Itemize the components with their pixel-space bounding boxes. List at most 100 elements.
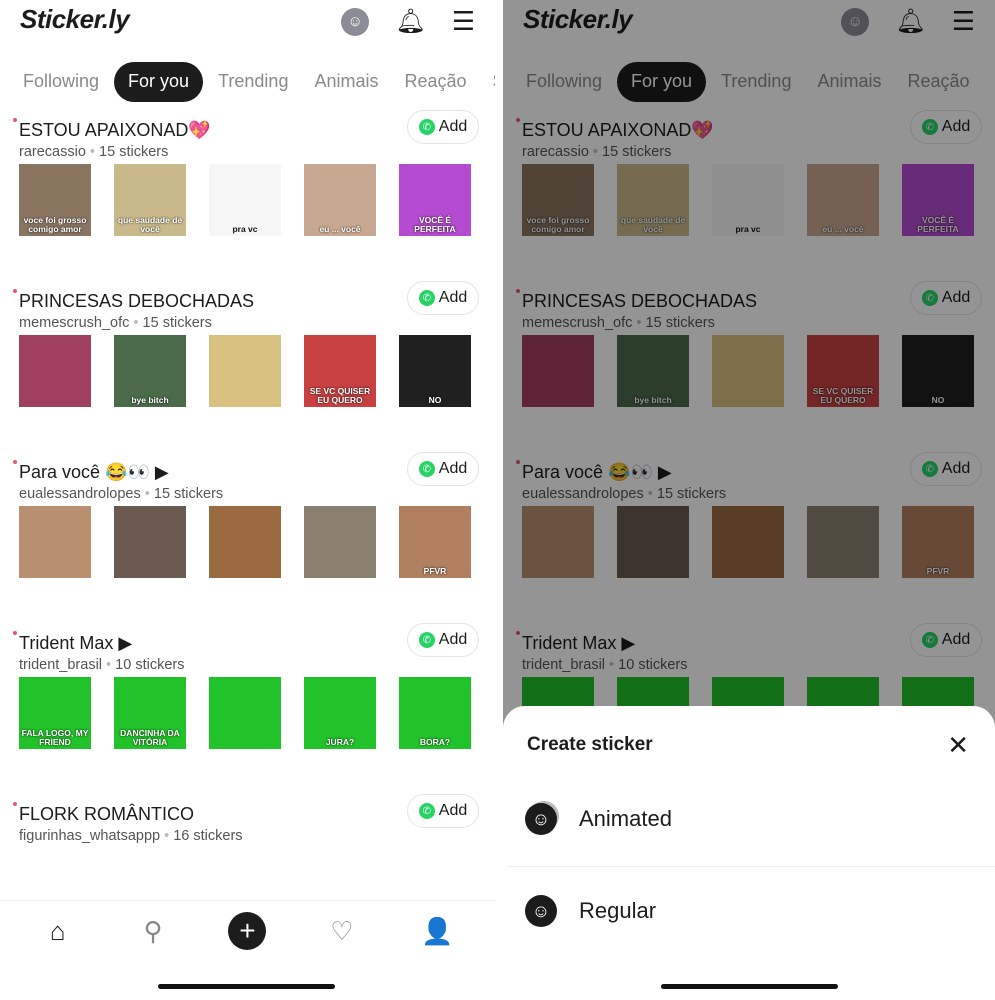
pack-meta: memescrush_ofc • 15 stickers [19,315,212,331]
separator: • [102,657,116,673]
sticker-row: bye bitch SE VC QUISER EU QUERO NO [19,335,471,407]
option-label: Animated [579,806,672,831]
divider [507,866,995,867]
sticker-thumbnail[interactable] [304,506,376,578]
add-label: Add [438,460,468,477]
sticker-thumbnail[interactable] [19,506,91,578]
sticker-caption: VOCÊ É PERFEITA [414,215,456,234]
pack-meta: figurinhas_whatsappp • 16 stickers [19,828,243,844]
option-animated[interactable]: ☺ Animated [503,774,995,864]
pack-meta: trident_brasil • 10 stickers [19,657,184,673]
pack-author[interactable]: eualessandrolopes [19,486,141,502]
sticker-thumbnail[interactable]: FALA LOGO, MY FRIEND [19,677,91,749]
sticker-thumbnail[interactable]: VOCÊ É PERFEITA [399,164,471,236]
pack-title[interactable]: PRINCESAS DEBOCHADAS [19,291,254,312]
pack-count: 16 stickers [173,828,243,844]
add-to-whatsapp-button[interactable]: ✆Add [407,281,479,315]
pack-author[interactable]: rarecassio [19,144,86,160]
tab-animais[interactable]: Animais [303,62,389,102]
sticker-thumbnail[interactable]: voce foi grosso comigo amor [19,164,91,236]
pack-meta: eualessandrolopes • 15 stickers [19,486,223,502]
new-dot [13,631,17,635]
pack-author[interactable]: memescrush_ofc [19,315,129,331]
separator: • [160,828,174,844]
smile-icon: ☺ [525,895,557,927]
add-label: Add [438,631,468,648]
sticker-thumbnail[interactable]: JURA? [304,677,376,749]
whatsapp-icon: ✆ [418,290,435,306]
tab-following[interactable]: Following [12,62,110,102]
pack-title[interactable]: ESTOU APAIXONAD💖 [19,120,211,141]
sticker-caption: BORA? [419,736,451,747]
tab-for-you[interactable]: For you [114,62,204,102]
sticker-thumbnail[interactable]: PFVR [399,506,471,578]
add-to-whatsapp-button[interactable]: ✆Add [407,623,479,657]
sticker-caption: JURA? [325,736,355,747]
sticker-thumbnail[interactable] [19,335,91,407]
sticker-caption: SE VC QUISER EU QUERO [309,386,371,405]
sticker-caption: pra vc [232,223,258,234]
sticker-thumbnail[interactable]: DANCINHA DA VITÓRIA [114,677,186,749]
sheet-title: Create sticker [527,734,653,755]
tab-reação[interactable]: Reação [393,62,477,102]
close-icon[interactable]: ✕ [947,730,969,761]
sticker-thumbnail[interactable] [209,677,281,749]
create-sticker-sheet: Create sticker ✕ ☺ Animated ☺ Regular [503,706,995,1000]
whatsapp-icon: ✆ [418,632,435,648]
pack-author[interactable]: figurinhas_whatsappp [19,828,160,844]
pack-author[interactable]: trident_brasil [19,657,102,673]
pack-meta: rarecassio • 15 stickers [19,144,168,160]
nav-profile-icon[interactable]: 👤 [417,916,457,947]
animated-smile-icon: ☺ [525,803,557,835]
nav-home-icon[interactable]: ⌂ [38,916,78,947]
add-to-whatsapp-button[interactable]: ✆Add [407,794,479,828]
sticker-row: PFVR [19,506,471,578]
add-to-whatsapp-button[interactable]: ✆Add [407,110,479,144]
tab-trending[interactable]: Trending [207,62,299,102]
pack-title[interactable]: FLORK ROMÂNTICO [19,804,194,825]
option-regular[interactable]: ☺ Regular [503,866,995,956]
sticker-thumbnail[interactable]: SE VC QUISER EU QUERO [304,335,376,407]
sticker-thumbnail[interactable]: que saudade de você [114,164,186,236]
new-dot [13,289,17,293]
sticker-row: FALA LOGO, MY FRIEND DANCINHA DA VITÓRIA J… [19,677,471,749]
feed-screen-with-sheet: Sticker.ly ☺ 🔔︎ ☰ Following For you Trendi… [503,0,995,1000]
sticker-pack[interactable]: ESTOU APAIXONAD💖 rarecassio • 15 stickers… [0,110,495,291]
sticker-caption: PFVR [423,565,447,576]
app-logo: Sticker.ly [20,4,130,34]
category-tabs: FollowingFor youTrendingAnimaisReaçãoS [12,62,495,102]
menu-icon[interactable]: ☰ [452,6,475,37]
add-label: Add [438,802,468,819]
add-to-whatsapp-button[interactable]: ✆Add [407,452,479,486]
sticker-pack[interactable]: Para você 😂👀 ▶ eualessandrolopes • 15 sti… [0,452,495,633]
sticker-row: voce foi grosso comigo amor que saudade d… [19,164,471,236]
sticker-thumbnail[interactable]: BORA? [399,677,471,749]
add-label: Add [438,289,468,306]
bell-icon[interactable]: 🔔︎ [395,7,425,36]
sticker-thumbnail[interactable]: NO [399,335,471,407]
pack-title[interactable]: Para você 😂👀 ▶ [19,462,169,483]
nav-create-icon[interactable]: + [228,912,267,950]
sticker-pack[interactable]: PRINCESAS DEBOCHADAS memescrush_ofc • 15 … [0,281,495,462]
separator: • [129,315,143,331]
separator: • [85,144,100,160]
tab-s[interactable]: S [482,62,495,102]
option-label: Regular [579,898,657,923]
pack-count: 15 stickers [142,315,212,331]
new-dot [13,460,17,464]
sticker-caption: bye bitch [131,394,169,405]
pack-title[interactable]: Trident Max ▶ [19,633,132,654]
sticker-thumbnail[interactable]: pra vc [209,164,281,236]
pack-count: 10 stickers [115,657,185,673]
sticker-thumbnail[interactable] [209,506,281,578]
nav-favorites-icon[interactable]: ♡ [322,916,362,947]
avatar-icon[interactable]: ☺ [341,7,370,36]
sticker-thumbnail[interactable]: bye bitch [114,335,186,407]
sticker-thumbnail[interactable] [114,506,186,578]
sticker-pack[interactable]: Trident Max ▶ trident_brasil • 10 sticker… [0,623,495,804]
sticker-caption: NO [428,394,442,405]
home-indicator [661,984,838,989]
sticker-thumbnail[interactable] [209,335,281,407]
sticker-thumbnail[interactable]: eu ... você [304,164,376,236]
nav-search-icon[interactable]: ⚲ [133,916,173,947]
